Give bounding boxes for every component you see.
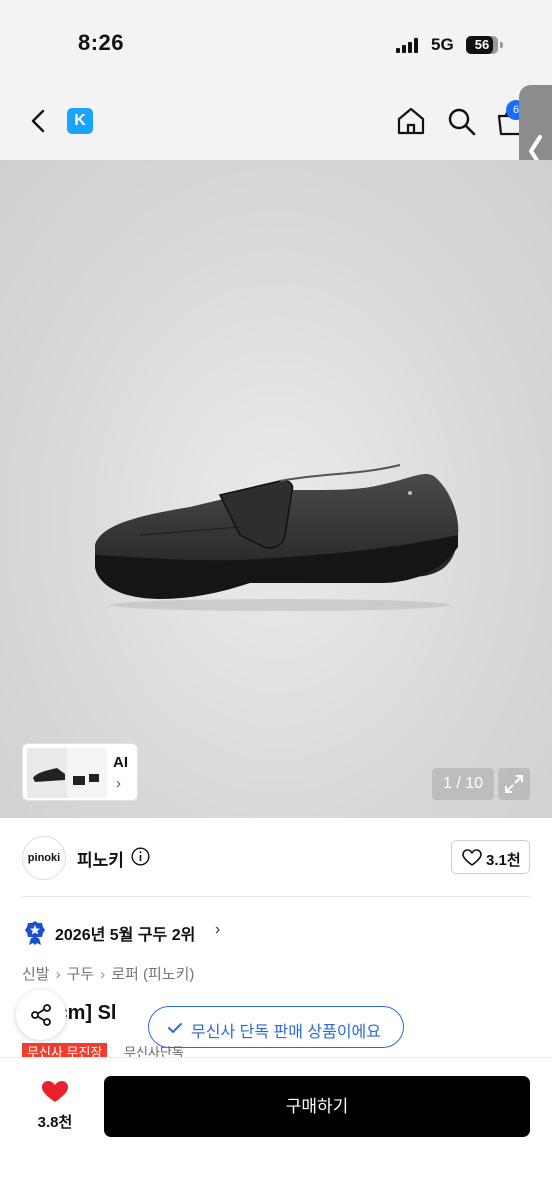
brand-name[interactable]: 피노키 [77,846,124,871]
breadcrumb-item[interactable]: 신발 [22,966,50,983]
product-image-gallery[interactable]: AI › 1 / 10 [0,160,552,818]
brand-like-count: 3.1천 [486,852,521,869]
exclusive-toast: 무신사 단독 판매 상품이에요 [148,1006,404,1048]
search-button[interactable] [444,104,478,138]
image-counter: 1 / 10 [432,768,494,800]
back-button[interactable] [22,104,56,138]
ai-thumbnail-card[interactable]: AI › [22,743,138,801]
divider [22,896,530,897]
expand-button[interactable] [498,768,530,800]
info-icon[interactable] [131,847,150,866]
chevron-right-icon: › [215,921,221,938]
breadcrumb: 신발 › 구두 › 로퍼 (피노키) [22,963,194,984]
share-button[interactable] [16,990,66,1040]
signal-icon [396,37,422,53]
wishlist-count: 3.8천 [37,1114,73,1131]
product-image-loafer [95,464,459,611]
home-button[interactable] [394,104,428,138]
breadcrumb-separator: › [55,966,61,983]
network-type: 5G [431,35,454,54]
breadcrumb-item[interactable]: 구두 [67,966,95,983]
heart-outline-icon [462,849,482,866]
ranking-text[interactable]: 2026년 5월 구두 2위 [55,921,195,945]
battery-level: 56 [474,37,490,52]
breadcrumb-separator: › [100,966,106,983]
expand-icon [505,775,523,793]
buy-button[interactable]: 구매하기 [104,1076,530,1137]
battery-icon: 56 [466,36,498,54]
share-icon [31,1004,51,1026]
check-icon [168,1023,182,1033]
back-icon [31,109,45,133]
status-time: 8:26 [78,30,125,55]
brand-like-button[interactable]: 3.1천 [451,840,530,874]
brand-logo[interactable]: pinoki [22,836,66,880]
battery-tip [500,42,503,48]
search-icon [448,108,476,136]
app-header: K 6 [0,90,552,160]
ai-label: AI [113,754,128,771]
app-logo[interactable]: K [67,108,93,134]
toast-text: 무신사 단독 판매 상품이에요 [191,1024,381,1041]
chevron-right-icon: › [116,775,121,792]
thumbnail-image [27,748,107,798]
breadcrumb-item[interactable]: 로퍼 (피노키) [111,966,194,983]
status-bar: 8:26 5G 56 [0,0,552,90]
ranking-badge-icon [25,921,45,945]
heart-filled-icon [42,1081,68,1102]
home-icon [397,107,425,135]
wishlist-button[interactable]: 3.8천 [30,1078,80,1134]
